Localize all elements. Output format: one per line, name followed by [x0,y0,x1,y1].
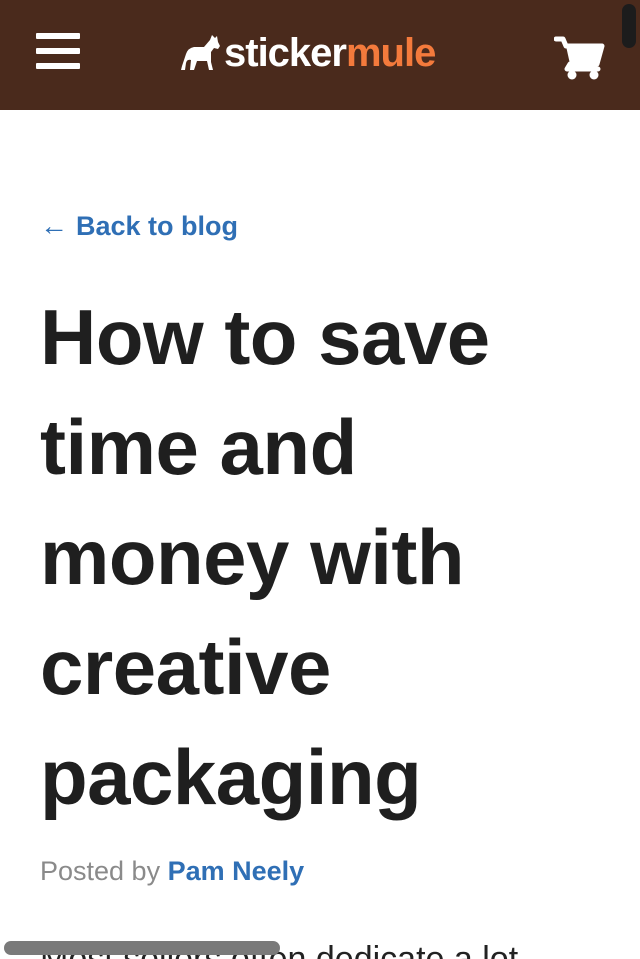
left-arrow-icon: ← [40,210,68,241]
byline-prefix: Posted by [40,856,161,886]
logo-text-sticker: sticker [224,30,347,75]
article-byline: Posted by Pam Neely [40,856,304,887]
back-to-blog-link[interactable]: ← Back to blog [40,210,238,242]
sticker-mule-logo[interactable]: sticker mule [178,28,436,78]
hamburger-menu-icon[interactable] [36,31,82,73]
article-title: How to save time and money with creative… [40,293,490,821]
menu-line [36,33,80,39]
mule-icon [181,35,220,70]
back-link-label: Back to blog [76,210,239,241]
menu-line [36,48,80,54]
logo-text-mule: mule [345,30,436,75]
horizontal-scrollbar-thumb[interactable] [4,941,280,955]
vertical-scrollbar-thumb[interactable] [622,4,636,48]
menu-line [36,63,80,69]
author-link[interactable]: Pam Neely [168,856,305,886]
top-navigation-bar: sticker mule [0,0,640,110]
cart-icon[interactable] [553,36,606,80]
